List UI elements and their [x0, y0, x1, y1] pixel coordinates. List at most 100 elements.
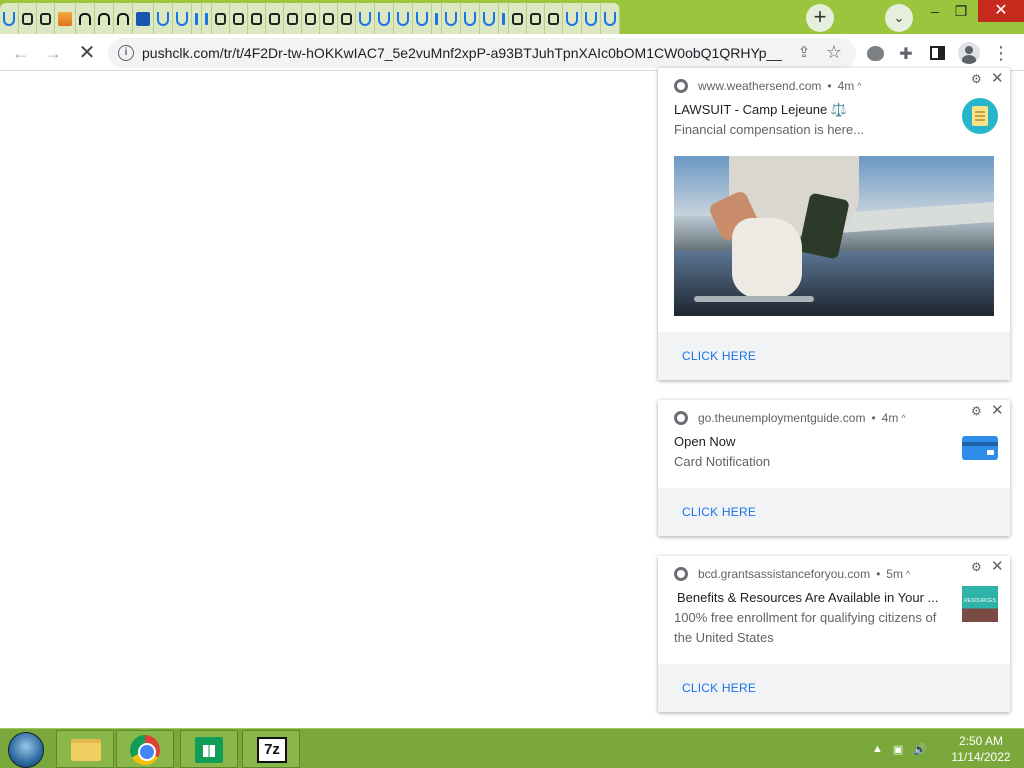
chrome-icon [674, 79, 688, 93]
notification-site: bcd.grantsassistanceforyou.com [698, 567, 871, 581]
chrome-icon [674, 411, 688, 425]
click-here-button[interactable]: CLICK HERE [682, 664, 756, 712]
browser-tab[interactable] [320, 3, 338, 34]
close-icon[interactable]: ✕ [991, 557, 1004, 575]
browser-tab[interactable] [55, 3, 76, 34]
browser-tab[interactable] [76, 3, 95, 34]
start-button[interactable] [8, 732, 44, 768]
show-hidden-icons-icon[interactable]: ▲ [872, 743, 883, 755]
new-tab-button[interactable]: + [806, 4, 834, 32]
browser-tab[interactable] [509, 3, 527, 34]
gear-icon[interactable]: ⚙ [971, 404, 982, 418]
tab-favicon-icon [359, 11, 371, 26]
browser-tab[interactable] [212, 3, 230, 34]
tab-favicon-icon [269, 12, 280, 25]
browser-tab[interactable] [266, 3, 284, 34]
volume-icon[interactable]: 🔊 [913, 743, 927, 756]
close-icon[interactable]: ✕ [991, 401, 1004, 419]
chevron-up-icon[interactable]: ^ [857, 81, 861, 91]
browser-tab[interactable] [375, 3, 394, 34]
chevron-up-icon[interactable]: ^ [901, 413, 905, 423]
notification-card[interactable]: www.weathersend.com • 4m ^ ⚙ ✕ LAWSUIT -… [658, 68, 1010, 380]
browser-tab[interactable] [284, 3, 302, 34]
browser-tab[interactable] [582, 3, 601, 34]
notification-card[interactable]: go.theunemploymentguide.com • 4m ^ ⚙ ✕ O… [658, 400, 1010, 536]
site-info-icon[interactable]: i [118, 45, 134, 61]
restore-button[interactable]: ❐ [945, 0, 977, 22]
click-here-button[interactable]: CLICK HERE [682, 332, 756, 380]
chrome-icon [674, 567, 688, 581]
browser-tab[interactable] [432, 3, 442, 34]
extension-blob-icon [866, 46, 884, 61]
browser-tab[interactable] [0, 3, 19, 34]
browser-tab[interactable] [114, 3, 133, 34]
extension-button[interactable] [862, 40, 888, 66]
tab-favicon-icon [323, 12, 334, 25]
resources-icon: RESOURCES [962, 586, 998, 622]
taskbar-file-explorer[interactable] [56, 730, 114, 768]
taskbar-clock[interactable]: 2:50 AM 11/14/2022 [946, 733, 1016, 765]
browser-toolbar: ← → ✕ i pushclk.com/tr/t/4F2Dr-tw-hOKKwI… [0, 34, 1024, 71]
tab-search-button[interactable]: ⌄ [885, 4, 913, 32]
stop-loading-button[interactable]: ✕ [74, 40, 100, 66]
tab-favicon-icon [512, 12, 523, 25]
separator-dot: • [871, 411, 876, 425]
browser-tab[interactable] [230, 3, 248, 34]
clock-time: 2:50 AM [958, 734, 1004, 748]
gear-icon[interactable]: ⚙ [971, 72, 982, 86]
tab-favicon-icon [604, 11, 616, 26]
chevron-up-icon[interactable]: ^ [906, 569, 910, 579]
profile-button[interactable] [956, 40, 982, 66]
browser-tab[interactable] [461, 3, 480, 34]
browser-tab[interactable] [545, 3, 563, 34]
browser-tab[interactable] [563, 3, 582, 34]
network-icon[interactable]: ▣ [893, 743, 903, 756]
browser-tab[interactable] [248, 3, 266, 34]
forward-button[interactable]: → [40, 40, 66, 66]
avatar-icon [958, 42, 980, 64]
browser-tab[interactable] [356, 3, 375, 34]
tab-favicon-icon [287, 12, 298, 25]
side-panel-icon [929, 46, 945, 60]
gear-icon[interactable]: ⚙ [971, 560, 982, 574]
bookmark-star-icon[interactable]: ☆ [824, 42, 844, 62]
browser-tab[interactable] [338, 3, 356, 34]
extensions-menu-button[interactable]: ✚ [893, 40, 919, 66]
tab-favicon-icon [117, 12, 129, 25]
browser-tab[interactable] [19, 3, 37, 34]
url-text[interactable]: pushclk.com/tr/t/4F2Dr-tw-hOKKwIAC7_5e2v… [142, 38, 782, 68]
close-icon[interactable]: ✕ [991, 69, 1004, 87]
share-icon[interactable]: ⇪ [794, 43, 814, 63]
browser-tab[interactable] [173, 3, 192, 34]
address-bar[interactable]: i pushclk.com/tr/t/4F2Dr-tw-hOKKwIAC7_5e… [108, 38, 856, 68]
notification-card[interactable]: bcd.grantsassistanceforyou.com • 5m ^ ⚙ … [658, 556, 1010, 712]
browser-tab[interactable] [302, 3, 320, 34]
notification-site: www.weathersend.com [698, 79, 822, 93]
browser-tab[interactable] [480, 3, 499, 34]
folder-icon [71, 739, 101, 761]
browser-tab[interactable] [394, 3, 413, 34]
browser-tab[interactable] [499, 3, 509, 34]
taskbar-chrome[interactable] [116, 730, 174, 768]
browser-tab[interactable] [413, 3, 432, 34]
tab-favicon-icon [98, 12, 110, 25]
browser-tab[interactable] [154, 3, 173, 34]
browser-tab[interactable] [133, 3, 154, 34]
browser-tab[interactable] [442, 3, 461, 34]
browser-tab[interactable] [37, 3, 55, 34]
side-panel-button[interactable] [924, 40, 950, 66]
chrome-menu-button[interactable]: ⋮ [988, 40, 1014, 66]
click-here-button[interactable]: CLICK HERE [682, 488, 756, 536]
taskbar-store[interactable] [180, 730, 238, 768]
back-button[interactable]: ← [8, 40, 34, 66]
browser-tab[interactable] [192, 3, 202, 34]
tab-favicon-icon [251, 12, 262, 25]
browser-tab[interactable] [601, 3, 620, 34]
close-window-button[interactable]: ✕ [978, 0, 1024, 22]
browser-tab[interactable] [202, 3, 212, 34]
browser-tab[interactable] [527, 3, 545, 34]
tab-favicon-icon [205, 12, 208, 25]
taskbar-7zip[interactable]: 7z [242, 730, 300, 768]
browser-tab[interactable] [95, 3, 114, 34]
resources-icon-label: RESOURCES [964, 598, 996, 604]
